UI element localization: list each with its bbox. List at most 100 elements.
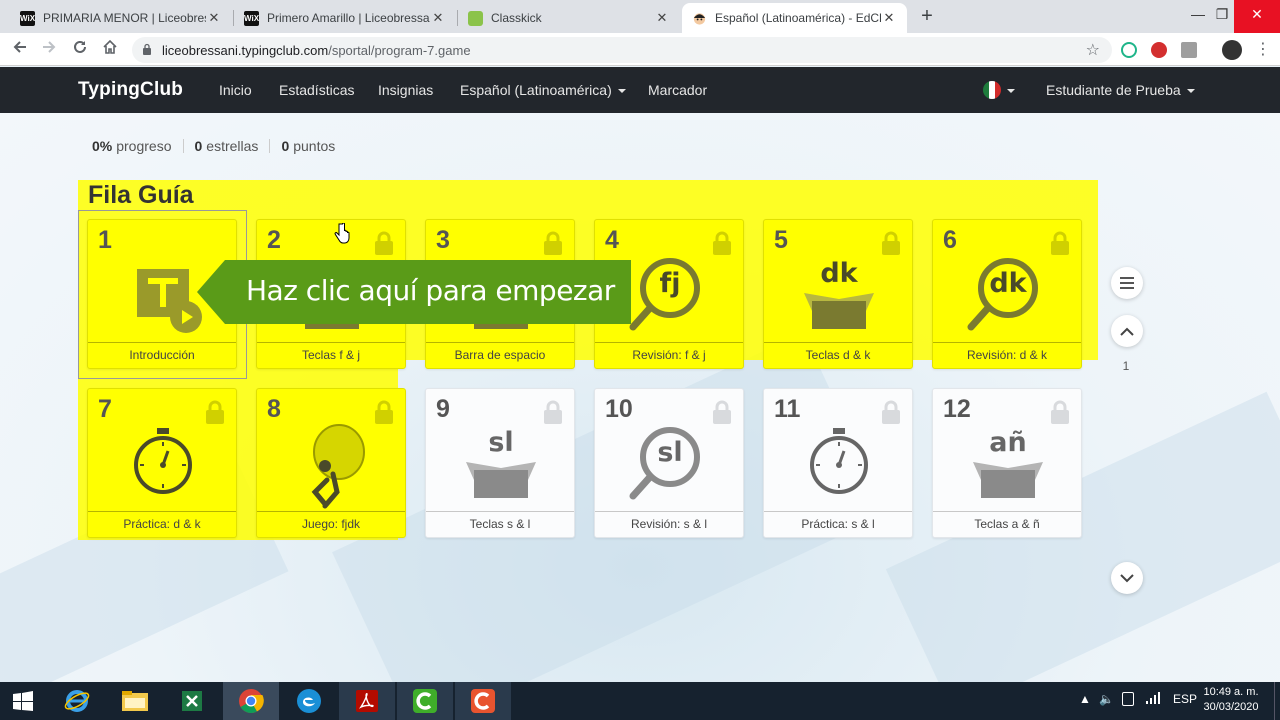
lesson-number: 4 <box>605 226 619 254</box>
forward-icon[interactable] <box>38 39 60 61</box>
browser-tab-bar: WiX PRIMARIA MENOR | Liceobressani ✕ WiX… <box>0 0 1280 33</box>
url-field[interactable]: liceobressani.typingclub.com/sportal/pro… <box>132 37 1112 63</box>
lesson-keys-text: añ <box>989 427 1027 458</box>
lesson-number: 5 <box>774 226 788 254</box>
review-illustration-icon: sl <box>595 424 745 509</box>
browser-tab[interactable]: Classkick ✕ <box>458 3 680 33</box>
clock-date: 30/03/2020 <box>1203 701 1259 713</box>
lesson-card-6[interactable]: 6 dk Revisión: d & k <box>932 219 1082 369</box>
browser-tab[interactable]: WiX Primero Amarillo | Liceobressani ✕ <box>234 3 456 33</box>
lesson-card-10[interactable]: 10 sl Revisión: s & l <box>594 388 744 538</box>
hamburger-icon <box>1120 277 1134 289</box>
lesson-card-12[interactable]: 12 añ Teclas a & ñ <box>932 388 1082 538</box>
review-illustration-icon: dk <box>933 255 1083 340</box>
bookmark-star-icon[interactable]: ☆ <box>1086 40 1100 60</box>
internet-explorer-icon[interactable] <box>49 682 105 720</box>
network-signal-icon[interactable] <box>1146 692 1160 707</box>
lesson-number: 3 <box>436 226 450 254</box>
lesson-keys-text: dk <box>820 258 858 289</box>
scroll-up-button[interactable] <box>1111 315 1143 347</box>
tab-title: Primero Amarillo | Liceobressani <box>267 11 430 25</box>
volume-icon[interactable]: 🔈 <box>1099 692 1114 706</box>
site-nav: TypingClub Inicio Estadísticas Insignias… <box>0 67 1280 113</box>
scroll-down-button[interactable] <box>1111 562 1143 594</box>
lesson-card-9[interactable]: 9 sl Teclas s & l <box>425 388 575 538</box>
nav-marcador[interactable]: Marcador <box>648 82 707 98</box>
edge-icon[interactable] <box>281 682 337 720</box>
lesson-label: Teclas d & k <box>764 342 912 368</box>
lesson-number: 9 <box>436 395 450 423</box>
close-tab-icon[interactable]: ✕ <box>430 10 446 26</box>
lesson-number: 6 <box>943 226 957 254</box>
wix-icon: WiX <box>244 10 259 26</box>
lesson-label: Introducción <box>88 342 236 368</box>
chevron-down-icon <box>1120 573 1134 582</box>
chrome-icon[interactable] <box>223 682 279 720</box>
url-text: liceobressani.typingclub.com/sportal/pro… <box>162 43 471 58</box>
tab-title: PRIMARIA MENOR | Liceobressani <box>43 11 206 25</box>
lesson-label: Barra de espacio <box>426 342 574 368</box>
lesson-card-11[interactable]: 11 Práctica: s & l <box>763 388 913 538</box>
battery-icon[interactable] <box>1122 692 1134 706</box>
excel-icon[interactable] <box>164 682 220 720</box>
reload-icon[interactable] <box>69 39 91 61</box>
camtasia-icon[interactable] <box>397 682 453 720</box>
new-tab-button[interactable]: + <box>917 6 937 26</box>
lesson-label: Práctica: d & k <box>88 511 236 537</box>
menu-kebab-icon[interactable]: ⋮ <box>1252 39 1274 61</box>
back-icon[interactable] <box>9 39 31 61</box>
lesson-number: 2 <box>267 226 281 254</box>
input-language[interactable]: ESP <box>1173 692 1197 706</box>
menu-list-button[interactable] <box>1111 267 1143 299</box>
close-tab-icon[interactable]: ✕ <box>881 10 897 26</box>
close-window-button[interactable]: ✕ <box>1234 0 1280 33</box>
address-bar: liceobressani.typingclub.com/sportal/pro… <box>0 33 1280 66</box>
system-clock[interactable]: 10:49 a. m. 30/03/2020 <box>1196 685 1266 715</box>
extension-yab-icon[interactable] <box>1151 42 1167 58</box>
caret-down-icon <box>617 89 626 94</box>
extension-screen-icon[interactable] <box>1181 42 1197 58</box>
lock-icon <box>374 231 394 255</box>
game-illustration-icon <box>257 424 407 509</box>
acrobat-icon[interactable] <box>339 682 395 720</box>
lesson-card-5[interactable]: 5 dk Teclas d & k <box>763 219 913 369</box>
browser-tab-active[interactable]: Español (Latinoamérica) - EdClub ✕ <box>682 3 907 33</box>
classkick-icon <box>468 10 483 26</box>
close-tab-icon[interactable]: ✕ <box>206 10 222 26</box>
start-tooltip[interactable]: Haz clic aquí para empezar <box>197 260 631 324</box>
lock-icon <box>543 231 563 255</box>
url-path: /sportal/program-7.game <box>328 43 471 58</box>
page-indicator: 1 <box>1122 359 1130 373</box>
keys-illustration-icon: dk <box>764 255 914 340</box>
lesson-label: Teclas f & j <box>257 342 405 368</box>
caret-down-icon[interactable] <box>1007 89 1015 93</box>
practice-illustration-icon <box>764 424 914 509</box>
home-icon[interactable] <box>99 39 121 61</box>
profile-avatar[interactable] <box>1222 40 1242 60</box>
nav-estadisticas[interactable]: Estadísticas <box>279 82 354 98</box>
points-value: 0 <box>281 138 290 154</box>
mexico-flag-icon[interactable] <box>983 81 1001 99</box>
lock-icon <box>374 400 394 424</box>
file-explorer-icon[interactable] <box>107 682 163 720</box>
browser-tab[interactable]: WiX PRIMARIA MENOR | Liceobressani ✕ <box>10 3 232 33</box>
lesson-number: 11 <box>774 395 801 423</box>
stars-label: estrellas <box>206 138 259 154</box>
camtasia-recorder-icon[interactable] <box>455 682 511 720</box>
start-icon[interactable] <box>0 682 46 720</box>
lesson-keys-text: sl <box>488 427 514 458</box>
close-tab-icon[interactable]: ✕ <box>654 10 670 26</box>
tray-chevron-up-icon[interactable]: ▲ <box>1079 692 1091 706</box>
nav-inicio[interactable]: Inicio <box>219 82 252 98</box>
brand-logo[interactable]: TypingClub <box>78 79 183 101</box>
lesson-number: 12 <box>943 395 971 423</box>
extension-shield-icon[interactable] <box>1121 42 1137 58</box>
user-menu[interactable]: Estudiante de Prueba <box>1046 82 1195 98</box>
lock-icon <box>881 231 901 255</box>
nav-insignias[interactable]: Insignias <box>378 82 433 98</box>
stars-value: 0 <box>194 138 203 154</box>
show-desktop-button[interactable] <box>1274 682 1280 720</box>
nav-language-dropdown[interactable]: Español (Latinoamérica) <box>460 82 626 98</box>
lesson-card-7[interactable]: 7 Práctica: d & k <box>87 388 237 538</box>
lesson-card-8[interactable]: 8 Juego: fjdk <box>256 388 406 538</box>
